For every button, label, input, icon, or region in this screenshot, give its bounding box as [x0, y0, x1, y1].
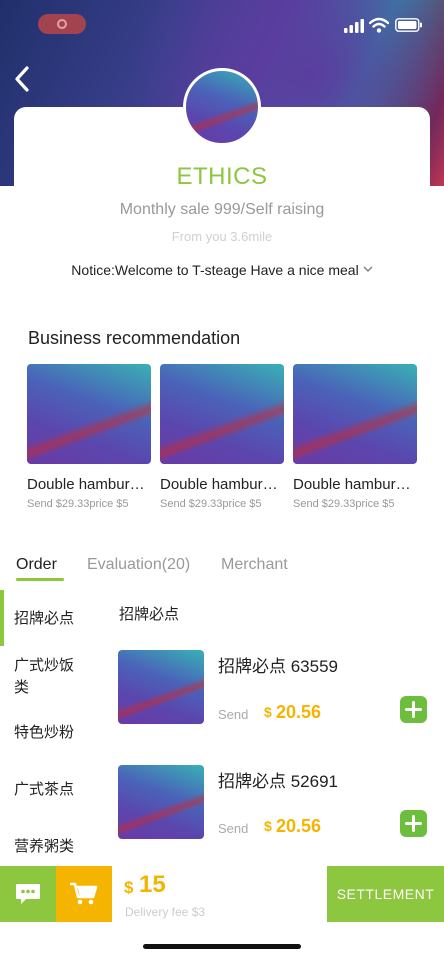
wifi-icon [369, 17, 389, 33]
recommendation-image [160, 364, 284, 464]
cart-currency: $ [124, 878, 134, 897]
tab-merchant[interactable]: Merchant [221, 556, 288, 574]
dish-send-label: Send [218, 821, 249, 836]
back-arrow-icon[interactable] [10, 62, 36, 96]
dish-item[interactable]: 招牌必点 52691 Send $ 20.56 [118, 765, 428, 845]
dish-currency: $ [264, 818, 272, 834]
recommendation-price: Send $29.33price $5 [293, 498, 395, 510]
cart-icon [70, 882, 98, 905]
shop-distance: From you 3.6mile [171, 229, 273, 244]
cart-total: 15 [139, 871, 166, 898]
home-indicator [143, 944, 301, 949]
recommendation-name: Double hamburger [293, 476, 417, 493]
dish-send-label: Send [218, 707, 249, 722]
menu-category-title: 招牌必点 [119, 606, 180, 623]
recommendation-title: Business recommendation [28, 328, 241, 348]
shop-name: ETHICS [176, 163, 268, 190]
plus-icon[interactable] [400, 810, 427, 837]
delivery-fee: Delivery fee $3 [125, 905, 206, 919]
recommendation-name: Double hamburger [160, 476, 284, 493]
signal-icon [344, 19, 364, 33]
category-item[interactable]: 营养粥类 [0, 836, 100, 858]
category-item[interactable]: 广式炒饭类 [0, 655, 78, 699]
dish-name: 招牌必点 63559 [218, 657, 338, 676]
chat-icon [16, 884, 40, 904]
recommendation-card[interactable]: Double hamburger Send $29.33price $5 [160, 364, 284, 510]
recommendation-card[interactable]: Double hamburger Send $29.33price $5 [27, 364, 151, 510]
plus-icon[interactable] [400, 696, 427, 723]
cart-button[interactable] [56, 866, 112, 922]
recommendation-card[interactable]: Double hamburger Send $29.33price $5 [293, 364, 417, 510]
dish-currency: $ [264, 704, 272, 720]
chat-button[interactable] [0, 866, 56, 922]
status-bar [0, 0, 444, 50]
settlement-button[interactable]: SETTLEMENT [327, 866, 444, 922]
dish-item[interactable]: 招牌必点 63559 Send $ 20.56 [118, 650, 428, 730]
recommendation-name: Double hamburger [27, 476, 151, 493]
shop-notice[interactable]: Notice:Welcome to T-steage Have a nice m… [0, 262, 444, 278]
cart-bar: $ 15 Delivery fee $3 SETTLEMENT [0, 866, 444, 922]
shop-avatar [183, 68, 261, 146]
recommendation-image [27, 364, 151, 464]
dish-price: 20.56 [276, 702, 322, 722]
category-item[interactable]: 特色炒粉 [0, 722, 100, 744]
recommendation-image [293, 364, 417, 464]
recommendation-price: Send $29.33price $5 [160, 498, 262, 510]
dish-image [118, 650, 204, 724]
tab-evaluation[interactable]: Evaluation(20) [87, 556, 190, 574]
recommendation-price: Send $29.33price $5 [27, 498, 129, 510]
notice-text: Notice:Welcome to T-steage Have a nice m… [71, 262, 359, 278]
tab-order[interactable]: Order [16, 556, 57, 574]
active-tab-indicator [16, 578, 64, 581]
category-sidebar: 招牌必点 广式炒饭类 特色炒粉 广式茶点 营养粥类 [0, 590, 100, 866]
dish-price: 20.56 [276, 816, 322, 836]
screen-record-indicator [38, 14, 86, 34]
category-item[interactable]: 广式茶点 [0, 779, 100, 801]
dish-name: 招牌必点 52691 [218, 772, 338, 791]
shop-sales: Monthly sale 999/Self raising [119, 201, 325, 218]
category-item-active[interactable]: 招牌必点 [0, 608, 100, 630]
battery-icon [395, 18, 422, 32]
shop-tabs: Order Evaluation(20) Merchant [0, 554, 444, 590]
dish-image [118, 765, 204, 839]
chevron-down-icon [363, 266, 373, 272]
